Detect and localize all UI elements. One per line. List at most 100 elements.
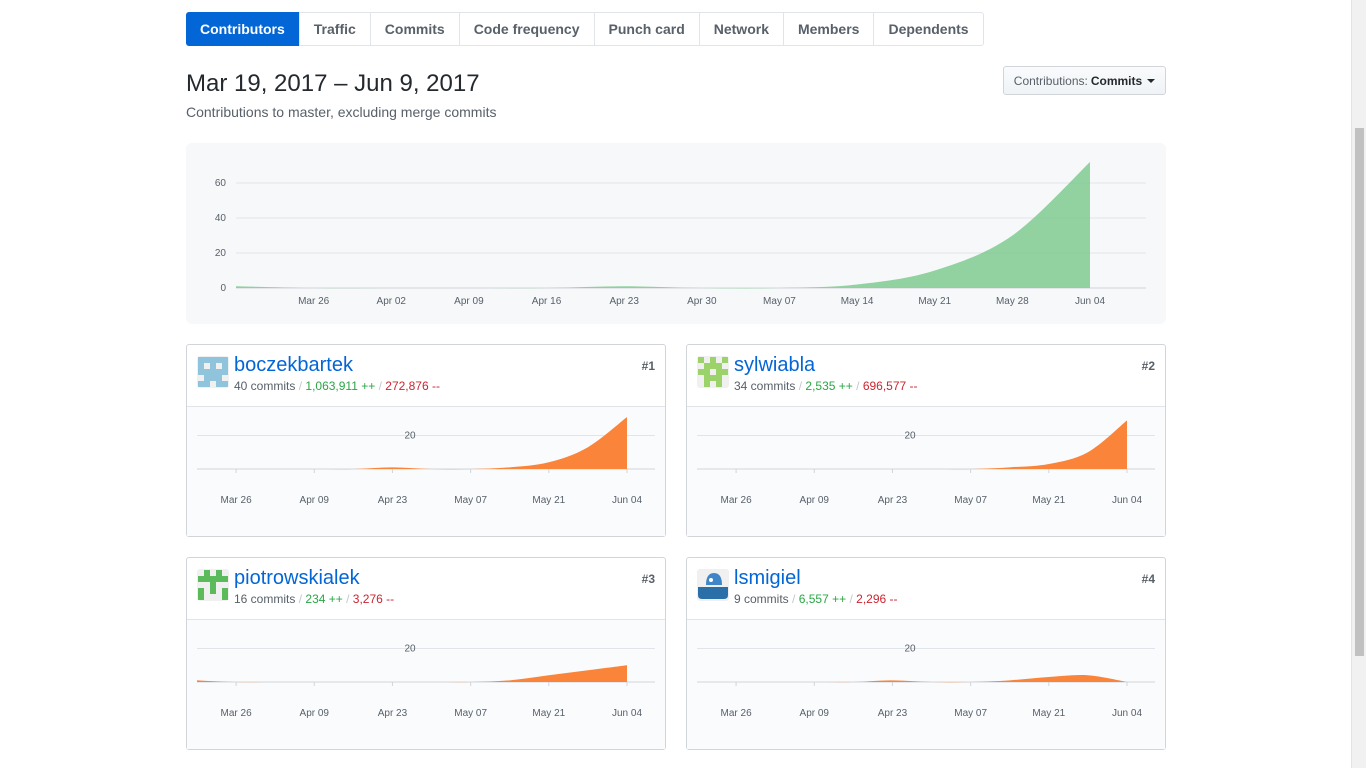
contributor-chart[interactable]: 20 Mar 26 Apr 09 Apr 23 May 07 May 21 Jun 04 <box>187 407 665 536</box>
contributor-rank: #1 <box>641 359 655 373</box>
x-tick-label: Apr 09 <box>300 495 330 506</box>
x-tick-label: Apr 23 <box>878 708 908 719</box>
x-tick-label: May 07 <box>454 495 487 506</box>
additions-count: 2,535 ++ <box>805 379 853 393</box>
contributor-name-link[interactable]: boczekbartek <box>234 354 353 377</box>
identicon-lime-icon[interactable] <box>697 356 729 388</box>
x-tick-label: Jun 04 <box>1075 296 1105 307</box>
page-scrollbar[interactable] <box>1351 0 1366 768</box>
tab-commits[interactable]: Commits <box>369 13 459 45</box>
caret-down-icon <box>1147 78 1156 83</box>
y-tick-label: 60 <box>215 178 227 189</box>
x-tick-label: May 14 <box>841 296 874 307</box>
tab-code-frequency[interactable]: Code frequency <box>458 13 594 45</box>
contributions-select-button[interactable]: Contributions: Commits <box>1003 66 1166 95</box>
x-tick-label: Apr 09 <box>454 296 484 307</box>
x-tick-label: Apr 23 <box>609 296 639 307</box>
scrollbar-thumb[interactable] <box>1355 128 1364 656</box>
x-tick-label: Jun 04 <box>612 708 642 719</box>
commits-over-time-chart[interactable]: 0 20 40 60 Mar 26 Apr 02 Apr 09 Apr 16 Apr 23 Apr… <box>186 143 1166 324</box>
contributor-card-header: boczekbartek 40 commits / 1,063,911 ++ / … <box>187 345 665 407</box>
contributor-stats: 34 commits / 2,535 ++ / 696,577 -- <box>734 379 918 393</box>
x-tick-label: Jun 04 <box>1112 708 1142 719</box>
contributor-chart-svg: 20 Mar 26 Apr 09 Apr 23 May 07 May 21 Jun 04 <box>197 643 655 719</box>
contributor-card: boczekbartek 40 commits / 1,063,911 ++ / … <box>186 344 666 537</box>
contributor-chart[interactable]: 20 Mar 26 Apr 09 Apr 23 May 07 May 21 Jun 04 <box>687 620 1165 749</box>
x-tick-label: May 21 <box>1032 495 1065 506</box>
y-tick-label: 20 <box>404 430 416 441</box>
x-tick-label: Apr 02 <box>377 296 407 307</box>
x-tick-label: Mar 26 <box>721 708 753 719</box>
main-chart-svg: 0 20 40 60 Mar 26 Apr 02 Apr 09 Apr 16 Apr 23 Apr… <box>215 162 1146 307</box>
tab-traffic[interactable]: Traffic <box>298 13 370 45</box>
contributor-stats: 16 commits / 234 ++ / 3,276 -- <box>234 592 394 606</box>
x-tick-label: Apr 09 <box>800 708 830 719</box>
tab-members[interactable]: Members <box>782 13 873 45</box>
contributor-card: piotrowskialek 16 commits / 234 ++ / 3,27… <box>186 557 666 750</box>
x-tick-label: Apr 23 <box>378 495 408 506</box>
identicon-green-icon[interactable] <box>197 569 229 601</box>
x-tick-label: Apr 16 <box>532 296 562 307</box>
contribution-area-series <box>236 162 1090 289</box>
docker-whale-icon <box>697 569 729 601</box>
x-tick-label: Mar 26 <box>221 708 253 719</box>
contributor-rank: #4 <box>1141 572 1155 586</box>
commit-count: 40 commits <box>234 379 296 393</box>
deletions-count: 3,276 -- <box>352 592 395 606</box>
tab-dependents[interactable]: Dependents <box>873 13 982 45</box>
additions-count: 6,557 ++ <box>798 592 847 606</box>
contributions-select-value: Commits <box>1090 73 1143 88</box>
deletions-count: 696,577 -- <box>862 379 918 393</box>
identicon-green-icon <box>197 569 229 601</box>
x-tick-label: Mar 26 <box>221 495 253 506</box>
contribution-area-series <box>697 420 1127 470</box>
stat-separator: / <box>346 592 350 606</box>
graph-tabs: Contributors Traffic Commits Code frequency… <box>186 12 984 46</box>
x-tick-label: May 21 <box>532 708 565 719</box>
identicon-blue-icon[interactable] <box>197 356 229 388</box>
contributor-name-link[interactable]: sylwiabla <box>734 354 815 377</box>
x-tick-label: Apr 23 <box>378 708 408 719</box>
tab-network[interactable]: Network <box>698 13 783 45</box>
contributor-card-header: lsmigiel 9 commits / 6,557 ++ / 2,296 -- #… <box>687 558 1165 620</box>
commit-count: 34 commits <box>734 379 796 393</box>
contributor-stats: 9 commits / 6,557 ++ / 2,296 -- <box>734 592 898 606</box>
additions-count: 234 ++ <box>305 592 343 606</box>
stat-separator: / <box>856 379 860 393</box>
date-range-subtitle: Contributions to master, excluding merge… <box>186 104 497 120</box>
contributor-chart-svg: 20 Mar 26 Apr 09 Apr 23 May 07 May 21 Jun 04 <box>697 420 1155 506</box>
stat-separator: / <box>378 379 382 393</box>
x-tick-label: Mar 26 <box>298 296 330 307</box>
contributor-chart[interactable]: 20 Mar 26 Apr 09 Apr 23 May 07 May 21 Jun 04 <box>687 407 1165 536</box>
contributor-name-link[interactable]: lsmigiel <box>734 567 801 590</box>
identicon-blue-icon <box>197 356 229 388</box>
y-tick-label: 20 <box>904 643 916 654</box>
additions-count: 1,063,911 ++ <box>305 379 376 393</box>
x-tick-label: May 21 <box>532 495 565 506</box>
contribution-area-series <box>197 665 627 683</box>
contributor-stats: 40 commits / 1,063,911 ++ / 272,876 -- <box>234 379 440 393</box>
stat-separator: / <box>849 592 853 606</box>
contributor-rank: #2 <box>1141 359 1155 373</box>
y-tick-label: 20 <box>904 430 916 441</box>
x-tick-label: Apr 23 <box>878 495 908 506</box>
contributor-chart[interactable]: 20 Mar 26 Apr 09 Apr 23 May 07 May 21 Jun 04 <box>187 620 665 749</box>
x-tick-label: Apr 09 <box>800 495 830 506</box>
x-tick-label: May 07 <box>954 495 987 506</box>
y-tick-label: 20 <box>404 643 416 654</box>
contributor-card-header: sylwiabla 34 commits / 2,535 ++ / 696,577… <box>687 345 1165 407</box>
contributor-card-header: piotrowskialek 16 commits / 234 ++ / 3,27… <box>187 558 665 620</box>
date-range-title: Mar 19, 2017 – Jun 9, 2017 <box>186 70 480 97</box>
tab-contributors[interactable]: Contributors <box>186 12 299 46</box>
docker-whale-icon[interactable] <box>697 569 729 601</box>
contributor-rank: #3 <box>641 572 655 586</box>
tab-punch-card[interactable]: Punch card <box>593 13 699 45</box>
commit-count: 16 commits <box>234 592 296 606</box>
stat-separator: / <box>298 592 303 606</box>
x-tick-label: Apr 30 <box>687 296 717 307</box>
x-tick-label: Apr 09 <box>300 708 330 719</box>
y-tick-label: 40 <box>215 213 227 224</box>
identicon-lime-icon <box>697 356 729 388</box>
contributor-name-link[interactable]: piotrowskialek <box>234 567 360 590</box>
contributor-card: lsmigiel 9 commits / 6,557 ++ / 2,296 -- #… <box>686 557 1166 750</box>
